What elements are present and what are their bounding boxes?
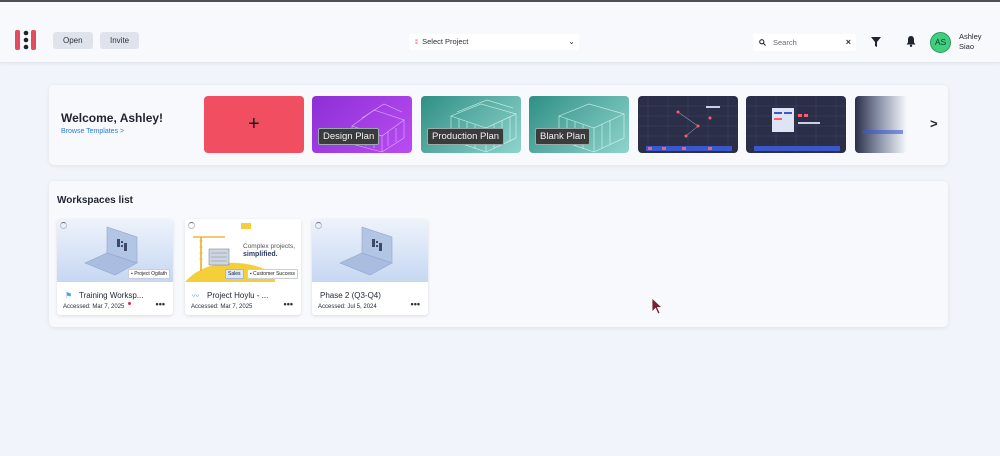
search-placeholder: Search xyxy=(773,38,797,47)
more-options-icon[interactable]: ••• xyxy=(284,299,293,309)
template-label: Design Plan xyxy=(318,128,380,145)
board-preview-icon xyxy=(746,96,846,153)
workspace-card-phase-2[interactable]: Phase 2 (Q3-Q4) Accessed: Jul 5, 2024 ••… xyxy=(312,219,428,315)
bell-icon[interactable] xyxy=(906,36,916,47)
workspace-accessed: Accessed: Mar 7, 2025 xyxy=(191,304,253,310)
user-name[interactable]: Ashley Siao xyxy=(959,32,999,52)
board-preview-icon xyxy=(638,96,738,153)
promo-text-line1: Complex projects, xyxy=(243,243,296,250)
template-label: Production Plan xyxy=(427,128,505,145)
laptop-illustration-icon xyxy=(339,226,393,276)
board-preview-icon xyxy=(863,130,903,134)
workspace-accessed: Accessed: Mar 7, 2025 xyxy=(63,304,125,310)
chevron-down-icon: ⌄ xyxy=(568,37,575,46)
template-dark-board-1[interactable] xyxy=(638,96,738,153)
loading-spinner-icon xyxy=(188,222,195,229)
workspaces-panel: Workspaces list ▪ Project Ogilath ⚑ Trai… xyxy=(49,181,948,327)
mouse-cursor-icon xyxy=(651,297,663,315)
welcome-title: Welcome, Ashley! xyxy=(61,111,164,125)
hoylu-wave-icon: 〰 xyxy=(192,293,199,300)
chevron-right-icon[interactable]: > xyxy=(930,116,938,131)
loading-spinner-icon xyxy=(60,222,67,229)
invite-button[interactable]: Invite xyxy=(100,32,140,49)
search-icon xyxy=(759,39,766,46)
browse-templates-link[interactable]: Browse Templates > xyxy=(61,128,124,135)
promo-text-line2: simplified. xyxy=(243,251,278,258)
workspace-badge: ▪ Project Ogilath xyxy=(128,269,170,279)
template-design-plan[interactable]: Design Plan xyxy=(312,96,412,153)
project-dots-icon: ⁞⁞⁞ xyxy=(415,40,418,46)
workspace-name: Phase 2 (Q3-Q4) xyxy=(320,291,381,300)
workspace-thumbnail: ▪ Project Ogilath xyxy=(57,219,173,282)
workspace-card-training[interactable]: ▪ Project Ogilath ⚑ Training Worksp... A… xyxy=(57,219,173,315)
workspace-thumbnail xyxy=(312,219,428,282)
new-workspace-tile[interactable]: + xyxy=(204,96,304,153)
workspace-badge-sales: Sales xyxy=(225,269,244,279)
plus-icon: + xyxy=(248,113,260,135)
template-label: Blank Plan xyxy=(535,128,591,145)
workspace-thumbnail: Complex projects, simplified. Sales ▪ Cu… xyxy=(185,219,301,282)
workspace-badge: ▪ Customer Success xyxy=(246,269,298,279)
workspaces-title: Workspaces list xyxy=(57,195,133,206)
avatar[interactable]: AS xyxy=(930,32,951,53)
filter-icon[interactable] xyxy=(871,37,881,47)
template-partial-tile[interactable] xyxy=(855,96,907,153)
unread-dot xyxy=(128,302,131,305)
template-dark-board-2[interactable] xyxy=(746,96,846,153)
app-header: Open Invite ⁞⁞⁞ Select Project ⌄ Search … xyxy=(0,2,1000,63)
more-options-icon[interactable]: ••• xyxy=(411,299,420,309)
welcome-panel: Welcome, Ashley! Browse Templates > + De… xyxy=(49,85,948,165)
workspace-name: Project Hoylu - ... xyxy=(207,291,269,300)
project-select-value: Select Project xyxy=(422,37,469,46)
workspace-accessed: Accessed: Jul 5, 2024 xyxy=(318,304,377,310)
flag-icon: ⚑ xyxy=(65,291,73,300)
close-icon[interactable]: × xyxy=(846,34,851,51)
workspace-card-project-hoylu[interactable]: Complex projects, simplified. Sales ▪ Cu… xyxy=(185,219,301,315)
search-input[interactable]: Search × xyxy=(753,34,856,51)
more-options-icon[interactable]: ••• xyxy=(156,299,165,309)
hoylu-logo-icon[interactable] xyxy=(14,28,38,52)
template-production-plan[interactable]: Production Plan xyxy=(421,96,521,153)
project-select[interactable]: ⁞⁞⁞ Select Project ⌄ xyxy=(409,34,579,50)
loading-spinner-icon xyxy=(315,222,322,229)
template-blank-plan[interactable]: Blank Plan xyxy=(529,96,629,153)
open-button[interactable]: Open xyxy=(53,32,93,49)
workspace-name: Training Worksp... xyxy=(79,291,144,300)
